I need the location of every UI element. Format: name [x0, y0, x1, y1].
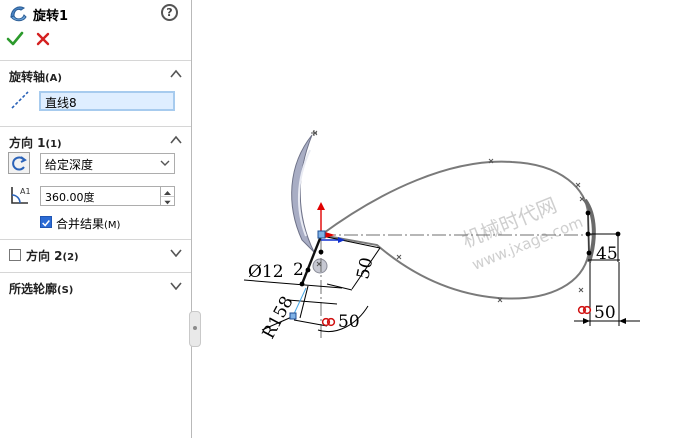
section-direction-2: 方向 2(2)	[0, 239, 191, 272]
origin-y-arrow	[317, 202, 325, 210]
right-dim-arrow-right	[619, 318, 626, 324]
checkmark-icon	[42, 220, 50, 227]
property-manager-panel: 旋转1 ? 旋转轴(A) 直线8 方向 1(1) 给定深度 A1 360.00度…	[0, 0, 191, 438]
angle-dimension-left[interactable]: 50	[338, 312, 360, 332]
section-title-contours[interactable]: 所选轮廓(S)	[9, 280, 73, 297]
spin-down-icon[interactable]	[161, 196, 174, 205]
svg-text:A1: A1	[20, 187, 30, 196]
section-selected-contours: 所选轮廓(S)	[0, 272, 191, 302]
spin-up-icon[interactable]	[161, 187, 174, 196]
section-axis-of-revolution: 旋转轴(A) 直线8	[0, 60, 191, 126]
graphics-area[interactable]: 机械时代网 www.jxage.com Ø12 2 R158 50 50 45 …	[192, 0, 700, 438]
axis-selection-box[interactable]: 直线8	[39, 91, 175, 111]
section-direction-1: 方向 1(1) 给定深度 A1 360.00度 合并结果(M)	[0, 126, 191, 239]
diameter-dimension[interactable]: Ø12	[248, 262, 284, 282]
chevron-down-icon[interactable]	[170, 248, 182, 257]
angle-spinbox[interactable]: 360.00度	[40, 186, 175, 206]
angle-icon: A1	[11, 187, 30, 204]
merge-result-checkbox[interactable]	[40, 216, 52, 228]
end-condition-value: 给定深度	[45, 158, 94, 172]
sketch-point-square[interactable]	[289, 312, 297, 320]
cancel-x-icon[interactable]	[34, 30, 52, 48]
axis-line-icon	[11, 91, 29, 109]
section-title-axis[interactable]: 旋转轴(A)	[9, 68, 62, 85]
direction-2-checkbox[interactable]	[9, 249, 21, 261]
watermark: 机械时代网 www.jxage.com	[459, 193, 586, 274]
section-title-direction-2[interactable]: 方向 2(2)	[26, 247, 79, 264]
vertical-dimension-left[interactable]: 50	[353, 256, 377, 281]
chevron-up-icon[interactable]	[170, 69, 182, 78]
vertical-dimension-right[interactable]: 45	[596, 244, 618, 264]
ok-check-icon[interactable]	[6, 30, 24, 48]
vertical-dim-line-left	[321, 235, 381, 249]
coincident-relation-icon-right	[577, 305, 592, 315]
solidworks-revolve-window: 旋转1 ? 旋转轴(A) 直线8 方向 1(1) 给定深度 A1 360.00度…	[0, 0, 700, 438]
coincident-relation-icon	[321, 317, 336, 327]
revolve-preview-surface	[291, 134, 315, 253]
merge-result-label[interactable]: 合并结果(M)	[56, 215, 120, 232]
revolve-feature-icon	[10, 6, 27, 22]
chevron-down-icon	[160, 160, 170, 166]
help-icon[interactable]: ?	[161, 4, 178, 21]
end-condition-dropdown[interactable]: 给定深度	[40, 153, 175, 174]
reverse-direction-icon[interactable]	[8, 152, 30, 174]
horizontal-dimension-right[interactable]: 50	[594, 303, 616, 323]
right-dim-arrow-left	[583, 318, 590, 324]
angle-value: 360.00度	[45, 191, 95, 204]
feature-title: 旋转1	[33, 9, 69, 24]
origin-point[interactable]	[317, 230, 326, 239]
angle-spin-buttons[interactable]	[160, 187, 174, 205]
small-dimension[interactable]: 2	[293, 260, 304, 280]
feature-title-bar: 旋转1 ?	[0, 0, 191, 26]
chevron-up-icon[interactable]	[170, 135, 182, 144]
section-title-direction-1[interactable]: 方向 1(1)	[9, 134, 62, 151]
axis-selection-value: 直线8	[45, 96, 77, 110]
chevron-down-icon[interactable]	[170, 281, 182, 290]
revolve-preview-hub	[312, 258, 328, 274]
